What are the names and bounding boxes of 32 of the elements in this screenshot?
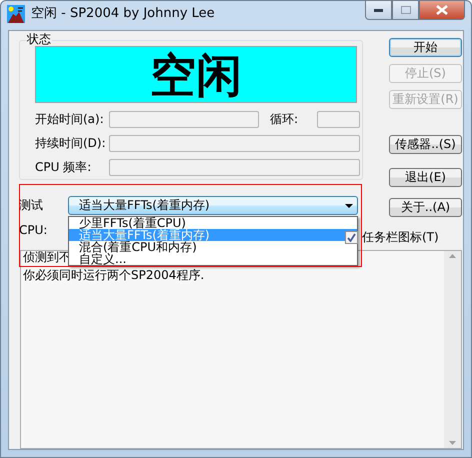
field-label: 循环: (270, 111, 300, 128)
status-text: 空闲 (150, 46, 242, 102)
dropdown-option[interactable]: 自定义... (69, 253, 357, 265)
dialog-button[interactable]: 退出(E) (389, 168, 462, 187)
dialog-button[interactable]: 关于..(A) (389, 198, 462, 217)
dialog-button[interactable]: 开始 (389, 38, 462, 57)
window-title: 空闲 - SP2004 by Johnny Lee (31, 5, 215, 23)
scrollbar[interactable] (444, 251, 461, 448)
test-label: 测试 (19, 197, 44, 214)
dropdown-option[interactable]: 少里FFTs(着重CPU) (69, 217, 357, 229)
scroll-up-icon[interactable] (449, 254, 456, 258)
maximize-button[interactable] (392, 1, 419, 20)
log-line: 你必须同时运行两个SP2004程序. (23, 269, 204, 281)
field-label: CPU 频率: (35, 159, 92, 176)
field-label: 持续时间(D): (35, 135, 107, 152)
test-dropdown[interactable]: 适当大量FFTs(着重内存) (68, 196, 358, 215)
app-icon (7, 5, 25, 23)
loop-field (317, 111, 360, 128)
maximize-icon (400, 6, 410, 14)
close-button[interactable] (419, 1, 465, 20)
group-label: 状态 (26, 32, 52, 46)
taskbar-icon-checkbox[interactable] (345, 231, 358, 244)
close-icon (436, 5, 448, 15)
cpu-label: CPU: (19, 222, 48, 239)
caret-icon (345, 204, 353, 208)
checkbox-label: 任务栏图标(T) (362, 229, 440, 246)
field-label: 开始时间(a): (35, 111, 105, 128)
scroll-down-icon[interactable] (449, 441, 456, 445)
minimize-icon (374, 8, 383, 12)
dialog-button[interactable]: 传感器..(S) (389, 135, 462, 154)
minimize-button[interactable] (365, 1, 392, 20)
dropdown-option[interactable]: 混合(着重CPU和内存) (69, 241, 357, 253)
